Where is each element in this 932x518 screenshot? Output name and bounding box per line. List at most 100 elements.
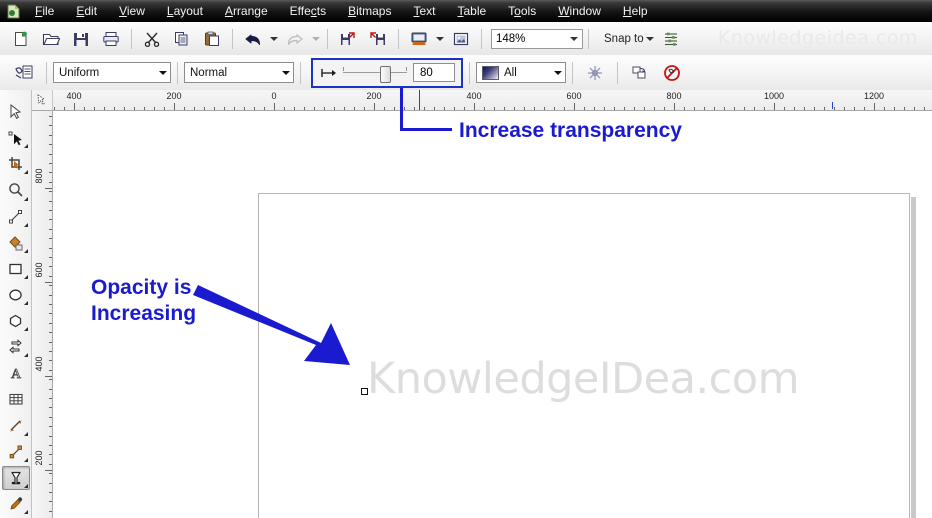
shape-tool[interactable] <box>2 126 30 150</box>
ruler-tick-minor <box>49 163 52 164</box>
menu-help[interactable]: Help <box>614 2 657 20</box>
menu-edit[interactable]: Edit <box>67 2 106 20</box>
menu-table[interactable]: Table <box>448 2 495 20</box>
ruler-tick-minor <box>49 389 52 390</box>
connector-tool[interactable] <box>2 440 30 464</box>
ruler-tick-minor <box>324 107 325 110</box>
menu-window[interactable]: Window <box>549 2 610 20</box>
menu-arrange[interactable]: Arrange <box>216 2 277 20</box>
snap-to-caret-icon[interactable] <box>644 27 656 51</box>
import-button[interactable] <box>334 25 362 53</box>
canvas-text-object[interactable]: KnowledgeIDea.com <box>367 354 799 404</box>
page-shadow-right <box>911 197 916 518</box>
new-document-button[interactable] <box>7 25 35 53</box>
ruler-tick-minor <box>84 107 85 110</box>
undo-dropdown-caret-icon[interactable] <box>268 27 280 51</box>
slider-thumb[interactable] <box>380 65 391 83</box>
options-button[interactable] <box>657 25 685 53</box>
corel-connect-button[interactable] <box>447 25 475 53</box>
menu-tools[interactable]: Tools <box>499 2 545 20</box>
redo-button[interactable] <box>281 25 309 53</box>
menu-bitmaps[interactable]: Bitmaps <box>339 2 400 20</box>
application-launcher-button[interactable] <box>405 25 433 53</box>
clear-transparency-icon[interactable] <box>659 60 685 86</box>
ruler-tick-minor <box>49 417 52 418</box>
ruler-tick-minor <box>644 107 645 110</box>
ruler-corner[interactable] <box>32 90 53 111</box>
apply-target-combobox[interactable]: All <box>476 62 566 83</box>
crop-tool[interactable] <box>2 152 30 176</box>
propbar-separator <box>572 61 573 84</box>
ruler-label: 200 <box>166 91 182 101</box>
menu-effects[interactable]: Effects <box>281 2 335 20</box>
menu-layout[interactable]: Layout <box>158 2 212 20</box>
table-tool[interactable] <box>2 387 30 411</box>
menu-view[interactable]: View <box>110 2 154 20</box>
ruler-tick-minor <box>264 107 265 110</box>
menu-file[interactable]: File <box>26 2 63 20</box>
smart-fill-tool[interactable] <box>2 231 30 255</box>
ruler-tick-minor <box>524 107 525 110</box>
export-button[interactable] <box>364 25 392 53</box>
redo-dropdown-caret-icon[interactable] <box>310 27 322 51</box>
ruler-tick-minor <box>604 107 605 110</box>
transparency-value-input[interactable]: 80 <box>413 63 455 82</box>
copy-transparency-icon[interactable] <box>627 60 653 86</box>
zoom-level-value: 148% <box>496 32 526 45</box>
ruler-label: 600 <box>566 91 582 101</box>
ruler-label: 200 <box>366 91 382 101</box>
ruler-tick-minor <box>614 107 615 110</box>
ruler-tick-minor <box>49 285 52 286</box>
ellipse-tool[interactable] <box>2 283 30 307</box>
undo-button[interactable] <box>239 25 267 53</box>
freeze-icon[interactable] <box>582 60 608 86</box>
rectangle-tool[interactable] <box>2 257 30 281</box>
transparency-slider-group[interactable]: 80 <box>311 57 463 88</box>
horizontal-ruler[interactable]: 400 200 0 200 400 600 800 1000 1200 <box>32 90 932 111</box>
perfect-shapes-tool[interactable] <box>2 335 30 359</box>
ruler-tick-minor <box>344 107 345 110</box>
ruler-tick-minor <box>214 107 215 110</box>
pick-tool[interactable] <box>2 100 30 124</box>
ruler-tick-minor <box>584 107 585 110</box>
polygon-tool[interactable] <box>2 309 30 333</box>
open-document-button[interactable] <box>37 25 65 53</box>
transparency-tool[interactable] <box>1 465 30 490</box>
ruler-tick-minor <box>494 107 495 110</box>
ruler-tick-minor <box>49 201 52 202</box>
save-document-button[interactable] <box>67 25 95 53</box>
text-tool[interactable]: A <box>2 361 30 385</box>
ruler-tick-minor <box>794 107 795 110</box>
copy-button[interactable] <box>168 25 196 53</box>
ruler-tick-minor <box>864 107 865 110</box>
zoom-level-combobox[interactable]: 148% <box>491 28 583 49</box>
snap-to-label[interactable]: Snap to <box>604 33 644 45</box>
ruler-tick <box>374 103 375 110</box>
transparency-tool-icon <box>11 60 37 86</box>
ruler-tick-minor <box>49 360 52 361</box>
ruler-tick-minor <box>49 172 52 173</box>
print-button[interactable] <box>97 25 125 53</box>
zoom-tool[interactable] <box>2 178 30 202</box>
ruler-label: 800 <box>666 91 682 101</box>
ruler-tick-minor <box>154 107 155 110</box>
merge-mode-combobox[interactable]: Normal <box>184 62 294 83</box>
paste-button[interactable] <box>198 25 226 53</box>
freehand-tool[interactable] <box>2 205 30 229</box>
selection-handle[interactable] <box>361 388 368 395</box>
cut-button[interactable] <box>138 25 166 53</box>
menu-text[interactable]: Text <box>404 2 444 20</box>
ruler-tick <box>274 103 275 110</box>
ruler-tick <box>874 103 875 110</box>
transparency-slider[interactable] <box>343 65 407 83</box>
transparency-type-combobox[interactable]: Uniform <box>53 62 171 83</box>
eyedropper-tool[interactable] <box>2 492 30 516</box>
ruler-tick-minor <box>624 107 625 110</box>
dimension-tool[interactable] <box>2 414 30 438</box>
launcher-dropdown-caret-icon[interactable] <box>434 27 446 51</box>
ruler-tick-minor <box>204 107 205 110</box>
ruler-tick-minor <box>834 107 835 110</box>
ruler-marker-left <box>419 90 420 110</box>
ruler-tick-minor <box>434 107 435 110</box>
vertical-ruler[interactable]: 800 600 400 200 <box>32 110 53 518</box>
